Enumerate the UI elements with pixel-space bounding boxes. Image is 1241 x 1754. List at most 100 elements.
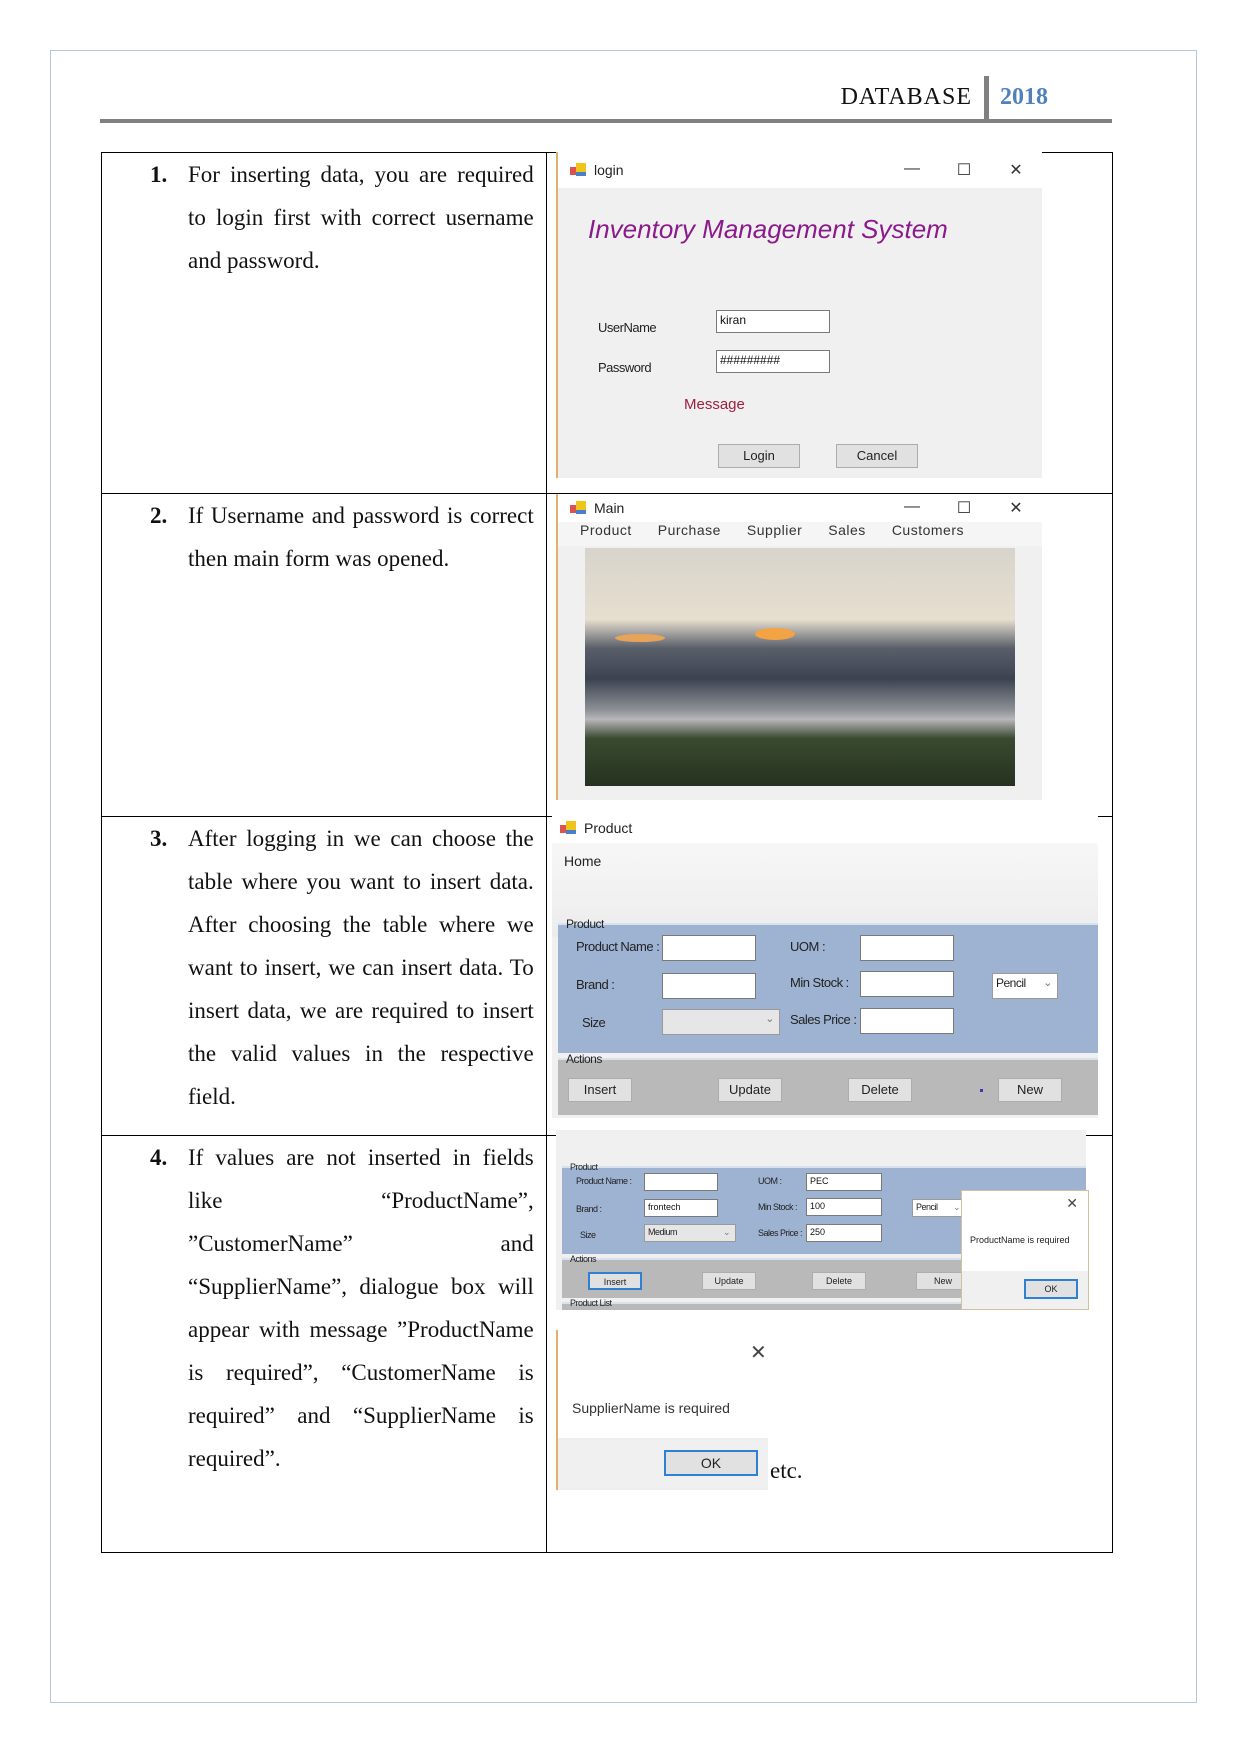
- delete-button[interactable]: Delete: [812, 1272, 866, 1290]
- size-value: Medium: [648, 1227, 678, 1237]
- password-label: Password: [598, 360, 652, 375]
- new-button[interactable]: New: [998, 1078, 1062, 1102]
- app-icon: [560, 821, 576, 835]
- size-select[interactable]: ⌄: [662, 1009, 780, 1035]
- cancel-button[interactable]: Cancel: [836, 444, 918, 468]
- group-title: Product List: [570, 1298, 612, 1308]
- size-label: Size: [582, 1015, 606, 1030]
- dialog-footer: OK: [962, 1271, 1088, 1309]
- uom-input[interactable]: [860, 935, 954, 961]
- chevron-down-icon: ⌄: [1043, 977, 1052, 989]
- min-stock-label: Min Stock :: [758, 1202, 798, 1212]
- dialog-message: SupplierName is required: [572, 1400, 730, 1416]
- header-rule: [100, 119, 1112, 123]
- productname-error-dialog: ✕ ProductName is required OK: [961, 1190, 1089, 1310]
- category-select[interactable]: Pencil ⌄: [912, 1199, 966, 1217]
- delete-button[interactable]: Delete: [848, 1078, 912, 1102]
- uom-label: UOM :: [758, 1176, 782, 1186]
- step-text-cell: 2. If Username and password is correct th…: [101, 493, 547, 817]
- maximize-icon[interactable]: ☐: [938, 498, 990, 518]
- app-heading: Inventory Management System: [588, 214, 948, 244]
- category-select[interactable]: Pencil ⌄: [992, 973, 1058, 999]
- window-title: Product: [584, 820, 633, 836]
- login-window: login — ☐ ✕ Inventory Management System …: [556, 152, 1042, 478]
- sales-price-input[interactable]: [860, 1008, 954, 1034]
- password-input[interactable]: #########: [716, 350, 830, 373]
- login-message: Message: [684, 396, 745, 413]
- step-number: 2.: [150, 503, 168, 528]
- update-button[interactable]: Update: [702, 1272, 756, 1290]
- close-icon[interactable]: ✕: [1066, 1195, 1078, 1212]
- main-window: Main — ☐ ✕ Product Purchase Supplier Sal…: [556, 494, 1042, 800]
- step-description: For inserting data, you are required to …: [188, 162, 534, 273]
- window-title: Main: [594, 500, 625, 516]
- menu-customers[interactable]: Customers: [892, 522, 964, 546]
- indicator-dot: [980, 1089, 983, 1092]
- header-year: 2018: [1000, 84, 1048, 110]
- minimize-icon[interactable]: —: [886, 498, 938, 518]
- menu-product[interactable]: Product: [580, 522, 632, 546]
- product-titlebar: Product: [552, 813, 1098, 843]
- menu-supplier[interactable]: Supplier: [747, 522, 802, 546]
- brand-label: Brand :: [576, 1204, 602, 1214]
- app-icon: [570, 501, 586, 515]
- product-name-label: Product Name :: [576, 939, 660, 954]
- close-icon[interactable]: ✕: [750, 1340, 767, 1365]
- product-name-input[interactable]: [662, 935, 756, 961]
- header-title: DATABASE: [840, 84, 972, 110]
- ok-button[interactable]: OK: [664, 1450, 758, 1476]
- header-separator: [984, 76, 989, 122]
- category-value: Pencil: [916, 1202, 938, 1212]
- app-icon: [570, 163, 586, 177]
- background-photo: [585, 548, 1015, 786]
- uom-input[interactable]: PEC: [806, 1173, 882, 1191]
- brand-input[interactable]: [662, 973, 756, 999]
- minimize-icon[interactable]: —: [886, 160, 938, 180]
- dialog-footer: OK: [558, 1438, 768, 1490]
- product-group: Product Product Name : Brand : Size ⌄ UO…: [558, 917, 1098, 1053]
- group-title: Product: [566, 917, 604, 931]
- product-name-input[interactable]: [644, 1173, 718, 1191]
- sales-price-input[interactable]: 250: [806, 1224, 882, 1242]
- step-number: 4.: [150, 1145, 168, 1170]
- group-title: Product: [570, 1162, 598, 1172]
- tab-home[interactable]: Home: [564, 853, 601, 869]
- menu-purchase[interactable]: Purchase: [658, 522, 721, 546]
- min-stock-input[interactable]: 100: [806, 1198, 882, 1216]
- username-label: UserName: [598, 320, 657, 335]
- step-text-cell: 4. If values are not inserted in fields l…: [101, 1135, 547, 1553]
- step-text-cell: 1. For inserting data, you are required t…: [101, 152, 547, 494]
- brand-label: Brand :: [576, 977, 615, 992]
- min-stock-label: Min Stock :: [790, 975, 849, 990]
- close-icon[interactable]: ✕: [990, 498, 1042, 518]
- step-description: After logging in we can choose the table…: [188, 826, 534, 1109]
- update-button[interactable]: Update: [718, 1078, 782, 1102]
- step-description: If Username and password is correct then…: [188, 503, 534, 571]
- dialog-message: ProductName is required: [970, 1235, 1070, 1245]
- username-input[interactable]: kiran: [716, 310, 830, 333]
- sunlight-glow: [755, 628, 795, 640]
- etc-text: etc.: [770, 1458, 803, 1483]
- maximize-icon[interactable]: ☐: [938, 160, 990, 180]
- page-header: DATABASE 2018: [100, 76, 1110, 122]
- ok-button[interactable]: OK: [1024, 1279, 1078, 1299]
- chevron-down-icon: ⌄: [952, 1202, 961, 1212]
- insert-button[interactable]: Insert: [588, 1272, 642, 1290]
- step-text-cell: 3. After logging in we can choose the tab…: [101, 816, 547, 1136]
- suppliername-error-dialog: ✕ SupplierName is required OK: [556, 1330, 772, 1490]
- size-select[interactable]: Medium ⌄: [644, 1224, 736, 1242]
- step-description: If values are not inserted in fields lik…: [188, 1145, 534, 1471]
- login-button[interactable]: Login: [718, 444, 800, 468]
- group-title: Actions: [570, 1254, 597, 1264]
- close-icon[interactable]: ✕: [990, 160, 1042, 180]
- menu-sales[interactable]: Sales: [828, 522, 866, 546]
- insert-button[interactable]: Insert: [568, 1078, 632, 1102]
- brand-input[interactable]: frontech: [644, 1199, 718, 1217]
- chevron-down-icon: ⌄: [765, 1013, 774, 1025]
- uom-label: UOM :: [790, 939, 826, 954]
- sunlight-glow: [615, 634, 665, 642]
- step-number: 1.: [150, 162, 168, 187]
- category-value: Pencil: [996, 976, 1026, 990]
- size-label: Size: [580, 1230, 596, 1240]
- min-stock-input[interactable]: [860, 971, 954, 997]
